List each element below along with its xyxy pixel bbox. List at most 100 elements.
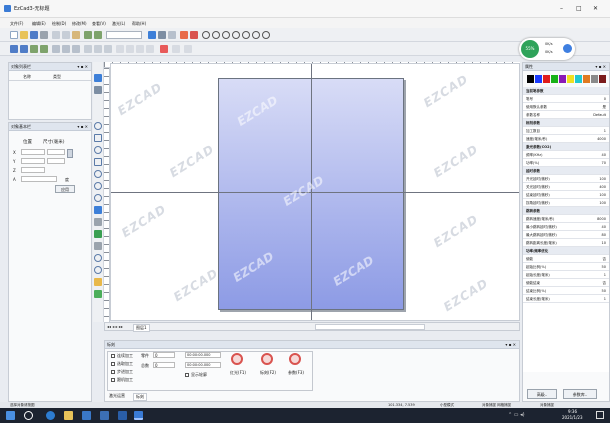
cut-icon[interactable]	[52, 31, 60, 39]
measure-icon[interactable]	[172, 45, 180, 53]
hatch-icon[interactable]	[136, 45, 144, 53]
group-icon[interactable]	[168, 31, 176, 39]
pen-color-orange[interactable]	[583, 75, 590, 83]
property-row[interactable]: 跳转距离长度(毫米) 10	[523, 239, 609, 247]
mirror-icon[interactable]	[62, 45, 70, 53]
pen-color-red[interactable]	[543, 75, 550, 83]
tab-layer1[interactable]: 图层1	[133, 324, 150, 332]
y-input[interactable]	[21, 158, 45, 164]
polygon-icon[interactable]	[94, 194, 102, 202]
menu-file[interactable]: 文件(F)	[10, 21, 23, 27]
zoom-select-icon[interactable]	[242, 31, 250, 39]
input-port-icon[interactable]	[94, 266, 102, 274]
z-input[interactable]	[21, 167, 45, 173]
node-edit-icon[interactable]	[94, 86, 102, 94]
distribute-icon[interactable]	[52, 45, 60, 53]
property-row[interactable]: 使能结束 否	[523, 279, 609, 287]
property-section-header[interactable]: 标刻参数	[523, 119, 609, 127]
close-button[interactable]: ✕	[593, 5, 598, 12]
total-input[interactable]: 0	[153, 362, 175, 368]
curve-icon[interactable]	[94, 146, 102, 154]
param-button[interactable]: 参数(F3)	[283, 352, 307, 384]
property-value[interactable]: 否	[603, 255, 607, 263]
menu-view[interactable]: 查看(V)	[92, 21, 106, 27]
property-value[interactable]: 1	[604, 127, 606, 135]
align-left-icon[interactable]	[10, 45, 18, 53]
pen-color-black[interactable]	[527, 75, 534, 83]
copy-icon[interactable]	[62, 31, 70, 39]
drawing-canvas[interactable]: EZCAD EZCAD EZCAD EZCAD EZCAD EZCAD EZCA…	[110, 63, 520, 321]
property-value[interactable]: 1	[604, 295, 606, 303]
property-value[interactable]: 10	[602, 239, 606, 247]
continuous-check[interactable]	[111, 354, 115, 358]
step-check[interactable]	[111, 370, 115, 374]
windows-start-icon[interactable]	[6, 411, 15, 420]
zoom-out-icon[interactable]	[212, 31, 220, 39]
undo-icon[interactable]	[84, 31, 92, 39]
open-folder-icon[interactable]	[20, 31, 28, 39]
property-value[interactable]: 80	[602, 231, 606, 239]
align-top-icon[interactable]	[30, 45, 38, 53]
property-row[interactable]: 速度(毫米/秒) 4000	[523, 135, 609, 143]
property-row[interactable]: 起始长度(毫米) 1	[523, 271, 609, 279]
mark-button[interactable]: 标刻(F2)	[255, 352, 279, 384]
property-value[interactable]: Default	[593, 111, 606, 119]
pen-color-purple[interactable]	[559, 75, 566, 83]
property-value[interactable]: 100	[599, 175, 606, 183]
panel-pin-icon[interactable]: ▾ ▪ ✕	[595, 63, 606, 71]
zoom-fit-icon[interactable]	[222, 31, 230, 39]
x-input[interactable]	[21, 149, 45, 155]
color-icon[interactable]	[160, 45, 168, 53]
align-right-icon[interactable]	[20, 45, 28, 53]
laser-icon[interactable]	[190, 31, 198, 39]
property-row[interactable]: 结束延时(微秒) 100	[523, 191, 609, 199]
property-section-header[interactable]: 跳转参数	[523, 207, 609, 215]
property-row[interactable]: 起始比例(%) 50	[523, 263, 609, 271]
property-value[interactable]: 4000	[597, 135, 606, 143]
star-tool-icon[interactable]	[180, 31, 188, 39]
property-value[interactable]: 8000	[597, 215, 606, 223]
a-input[interactable]	[21, 176, 57, 182]
line-icon[interactable]	[94, 134, 102, 142]
trim-icon[interactable]	[104, 45, 112, 53]
rectangle-icon[interactable]	[94, 158, 102, 166]
point-icon[interactable]	[94, 122, 102, 130]
minimize-button[interactable]: –	[560, 5, 563, 12]
property-row[interactable]: 跳转速度(毫米/秒) 8000	[523, 215, 609, 223]
property-value[interactable]: 70	[602, 159, 606, 167]
property-row[interactable]: 关光延时(微秒) 400	[523, 183, 609, 191]
font-box[interactable]	[106, 31, 142, 39]
property-value[interactable]: 100	[599, 191, 606, 199]
menu-laser[interactable]: 激光(L)	[112, 21, 125, 27]
zoom-page-icon[interactable]	[262, 31, 270, 39]
select-tool-icon[interactable]	[148, 31, 156, 39]
text-icon[interactable]	[116, 45, 124, 53]
menu-draw[interactable]: 绘制(D)	[52, 21, 66, 27]
vector-file-icon[interactable]	[94, 242, 102, 250]
bottom-tab-mark[interactable]: 标刻	[133, 393, 147, 401]
node-tool-icon[interactable]	[158, 31, 166, 39]
property-value[interactable]: 是	[603, 103, 607, 111]
red-light-button[interactable]: 红光(F1)	[225, 352, 249, 384]
ezcad-taskbar-icon[interactable]	[134, 411, 143, 420]
property-row[interactable]: 结束比例(%) 50	[523, 287, 609, 295]
property-value[interactable]: 0	[604, 95, 606, 103]
property-row[interactable]: 拐角延时(微秒) 100	[523, 199, 609, 207]
property-section-header[interactable]: 延时参数	[523, 167, 609, 175]
property-row[interactable]: 加工数目 1	[523, 127, 609, 135]
property-row[interactable]: 使用默认参数 是	[523, 103, 609, 111]
property-row[interactable]: 频率(KHz) 40	[523, 151, 609, 159]
redo-icon[interactable]	[94, 31, 102, 39]
col-name[interactable]: 名称	[23, 74, 31, 80]
param-library-button[interactable]: 参数库..	[563, 389, 597, 399]
y-size-input[interactable]	[47, 158, 65, 164]
property-section-header[interactable]: 当前笔参数	[523, 87, 609, 95]
property-row[interactable]: 参数名称 Default	[523, 111, 609, 119]
menu-edit[interactable]: 编辑(E)	[32, 21, 46, 27]
extend-axis-icon[interactable]	[94, 290, 102, 298]
barcode-icon[interactable]	[126, 45, 134, 53]
barcode-tool-icon[interactable]	[94, 218, 102, 226]
new-file-icon[interactable]	[10, 31, 18, 39]
bottom-tab-laser[interactable]: 激光运营	[109, 393, 125, 399]
pen-color-palette[interactable]	[527, 75, 607, 83]
